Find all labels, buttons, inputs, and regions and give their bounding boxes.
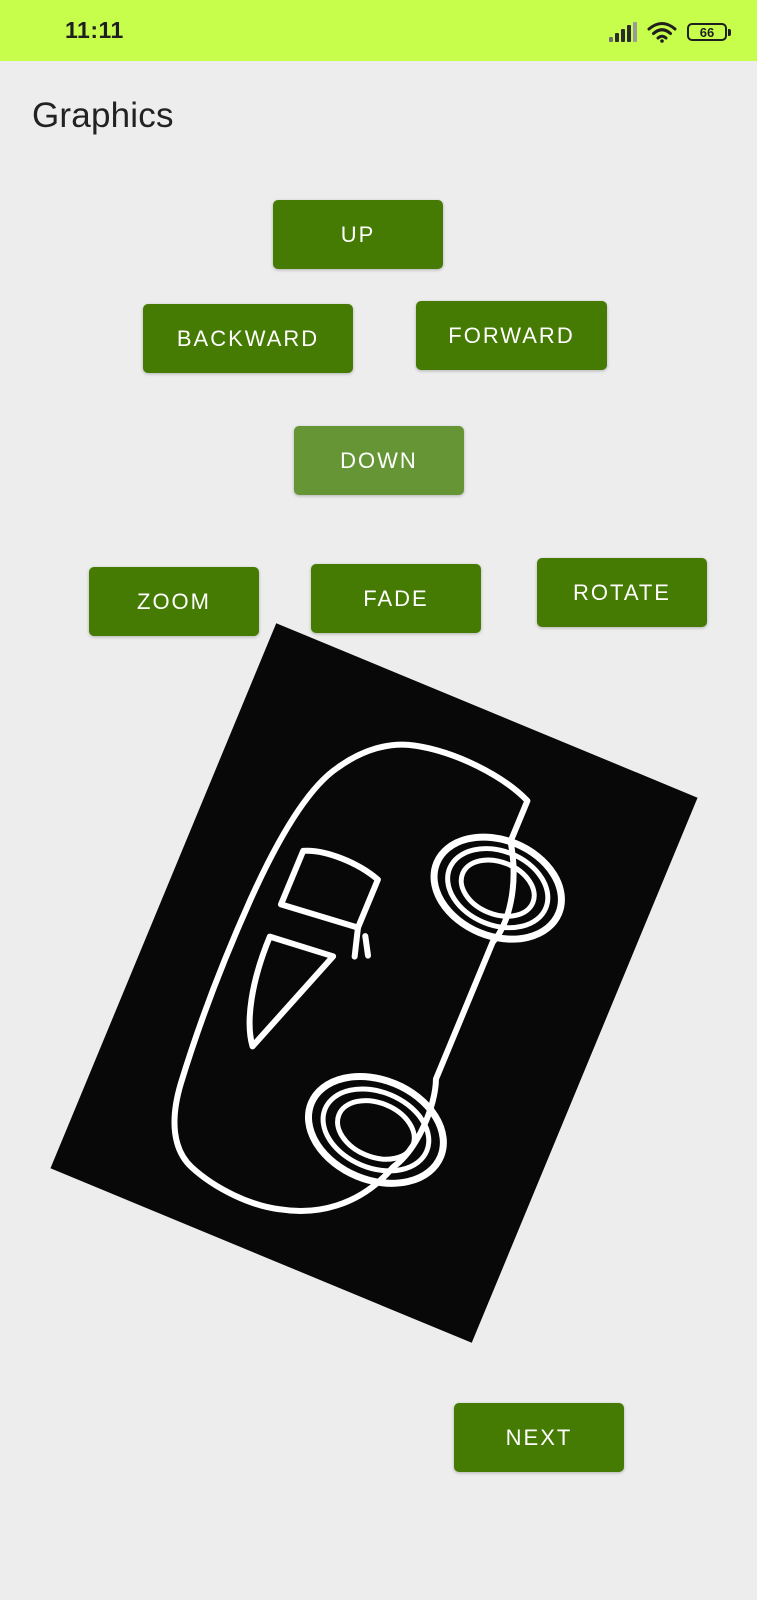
status-icons: 66 xyxy=(609,20,731,44)
status-bar: 11:11 66 xyxy=(0,0,757,61)
car-image xyxy=(50,623,698,1343)
wifi-icon xyxy=(647,22,677,43)
status-time: 11:11 xyxy=(65,17,124,43)
rotate-button[interactable]: ROTATE xyxy=(537,558,707,627)
down-button[interactable]: DOWN xyxy=(294,426,464,495)
car-icon xyxy=(171,741,565,1214)
battery-icon: 66 xyxy=(687,23,731,41)
backward-button[interactable]: BACKWARD xyxy=(143,304,353,373)
up-button[interactable]: UP xyxy=(273,200,443,269)
fade-button[interactable]: FADE xyxy=(311,564,481,633)
forward-button[interactable]: FORWARD xyxy=(416,301,607,370)
next-button[interactable]: NEXT xyxy=(454,1403,624,1472)
zoom-button[interactable]: ZOOM xyxy=(89,567,259,636)
page-title: Graphics xyxy=(32,96,174,135)
signal-icon xyxy=(609,22,637,42)
battery-level: 66 xyxy=(699,24,715,40)
